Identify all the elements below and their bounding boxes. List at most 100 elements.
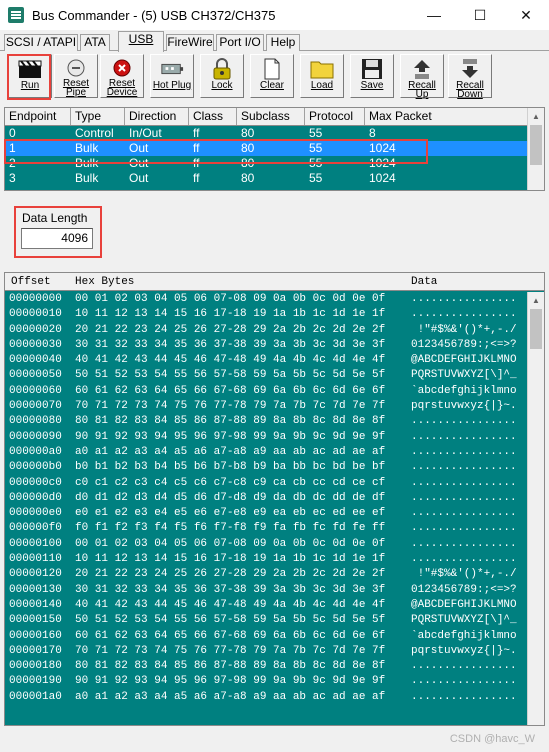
reset-pipe-icon bbox=[64, 58, 88, 78]
hex-ascii: @ABCDEFGHIJKLMNO bbox=[411, 598, 517, 611]
endpoint-scroll-thumb[interactable] bbox=[530, 125, 542, 165]
hex-bytes: 60 61 62 63 64 65 66 67-68 69 6a 6b 6c 6… bbox=[75, 629, 386, 642]
hex-offset: 00000120 bbox=[9, 568, 62, 581]
data-header: Data bbox=[411, 276, 438, 288]
load-label: Load bbox=[310, 80, 334, 91]
hex-row: 00000080 80 81 82 83 84 85 86 87-88 89 8a… bbox=[5, 414, 528, 429]
hex-row: 00000060 60 61 62 63 64 65 66 67-68 69 6a… bbox=[5, 384, 528, 399]
hex-offset: 00000010 bbox=[9, 308, 62, 321]
lock-button[interactable]: Lock bbox=[200, 54, 244, 98]
maximize-button[interactable]: ☐ bbox=[457, 0, 503, 30]
col-class[interactable]: Class bbox=[189, 108, 237, 125]
hex-scrollbar[interactable]: ▲ bbox=[527, 292, 544, 725]
hex-bytes: a0 a1 a2 a3 a4 a5 a6 a7-a8 a9 aa ab ac a… bbox=[75, 445, 386, 458]
hex-ascii: PQRSTUVWXYZ[\]^_ bbox=[411, 369, 517, 382]
scroll-up-arrow-icon[interactable]: ▲ bbox=[528, 108, 544, 125]
hex-ascii: ................ bbox=[411, 537, 517, 550]
recall-down-icon bbox=[458, 58, 482, 80]
hex-bytes: 20 21 22 23 24 25 26 27-28 29 2a 2b 2c 2… bbox=[75, 568, 386, 581]
hex-row: 00000010 10 11 12 13 14 15 16 17-18 19 1a… bbox=[5, 307, 528, 322]
recall-up-button[interactable]: Recall Up bbox=[400, 54, 444, 100]
clear-icon bbox=[260, 58, 284, 80]
hex-row: 00000020 20 21 22 23 24 25 26 27-28 29 2a… bbox=[5, 323, 528, 338]
col-type[interactable]: Type bbox=[71, 108, 125, 125]
tab-help[interactable]: Help bbox=[266, 34, 300, 51]
hex-bytes: 50 51 52 53 54 55 56 57-58 59 5a 5b 5c 5… bbox=[75, 369, 386, 382]
table-row[interactable]: 0 Control In/Out ff 80 55 8 bbox=[5, 126, 544, 141]
col-subclass[interactable]: Subclass bbox=[237, 108, 305, 125]
clapperboard-icon bbox=[18, 58, 42, 80]
close-button[interactable]: ✕ bbox=[503, 0, 549, 30]
hex-scroll-up-arrow-icon[interactable]: ▲ bbox=[528, 292, 544, 309]
folder-icon bbox=[310, 58, 334, 80]
hex-row: 00000140 40 41 42 43 44 45 46 47-48 49 4a… bbox=[5, 598, 528, 613]
clear-label: Clear bbox=[260, 80, 284, 91]
reset-device-icon bbox=[110, 58, 134, 78]
table-cell: 3 bbox=[9, 171, 16, 185]
hex-bytes: 10 11 12 13 14 15 16 17-18 19 1a 1b 1c 1… bbox=[75, 553, 386, 566]
hex-offset: 000001a0 bbox=[9, 690, 62, 703]
tab-firewire[interactable]: FireWire bbox=[166, 34, 214, 51]
hex-ascii: `abcdefghijklmno bbox=[411, 384, 517, 397]
hex-offset: 00000170 bbox=[9, 644, 62, 657]
hex-offset: 00000060 bbox=[9, 384, 62, 397]
table-row[interactable]: 3 Bulk Out ff 80 55 1024 bbox=[5, 171, 544, 186]
hex-view[interactable]: Offset Hex Bytes Data 00000000 00 01 02 0… bbox=[4, 272, 545, 726]
hex-ascii: ................ bbox=[411, 522, 517, 535]
hex-bytes: 60 61 62 63 64 65 66 67-68 69 6a 6b 6c 6… bbox=[75, 384, 386, 397]
run-label: Run bbox=[20, 80, 40, 91]
hex-bytes: 90 91 92 93 94 95 96 97-98 99 9a 9b 9c 9… bbox=[75, 430, 386, 443]
table-row[interactable]: 1 Bulk Out ff 80 55 1024 bbox=[5, 141, 544, 156]
hex-scroll-thumb[interactable] bbox=[530, 309, 542, 349]
table-cell: 55 bbox=[309, 171, 323, 185]
table-row[interactable]: 2 Bulk Out ff 80 55 1024 bbox=[5, 156, 544, 171]
recall-down-button[interactable]: Recall Down bbox=[448, 54, 492, 100]
hex-row: 000000c0 c0 c1 c2 c3 c4 c5 c6 c7-c8 c9 ca… bbox=[5, 476, 528, 491]
hex-bytes: 70 71 72 73 74 75 76 77-78 79 7a 7b 7c 7… bbox=[75, 644, 386, 657]
reset-device-button[interactable]: Reset Device bbox=[100, 54, 144, 98]
data-length-group: Data Length 4096 bbox=[14, 206, 102, 258]
toolbar: Run Reset Pipe Reset Device Hot Plug Lock … bbox=[4, 52, 545, 100]
hex-ascii: !"#$%&'()*+,-./ bbox=[411, 568, 517, 581]
endpoint-scrollbar[interactable]: ▲ bbox=[527, 108, 544, 190]
hex-bytes: 30 31 32 33 34 35 36 37-38 39 3a 3b 3c 3… bbox=[75, 583, 386, 596]
hex-ascii: ................ bbox=[411, 553, 517, 566]
hex-bytes: 20 21 22 23 24 25 26 27-28 29 2a 2b 2c 2… bbox=[75, 323, 386, 336]
hex-row: 00000170 70 71 72 73 74 75 76 77-78 79 7a… bbox=[5, 644, 528, 659]
reset-pipe-button[interactable]: Reset Pipe bbox=[54, 54, 98, 98]
tab-port-io[interactable]: Port I/O bbox=[216, 34, 264, 51]
col-max-packet[interactable]: Max Packet bbox=[365, 108, 529, 125]
hex-offset: 00000190 bbox=[9, 675, 62, 688]
hex-offset: 00000040 bbox=[9, 354, 62, 367]
col-endpoint[interactable]: Endpoint bbox=[5, 108, 71, 125]
hex-bytes: c0 c1 c2 c3 c4 c5 c6 c7-c8 c9 ca cb cc c… bbox=[75, 476, 386, 489]
hex-row: 00000150 50 51 52 53 54 55 56 57-58 59 5a… bbox=[5, 613, 528, 628]
tab-scsi-atapi[interactable]: SCSI / ATAPI bbox=[4, 34, 78, 51]
clear-button[interactable]: Clear bbox=[250, 54, 294, 98]
col-direction[interactable]: Direction bbox=[125, 108, 189, 125]
run-button[interactable]: Run bbox=[8, 54, 52, 98]
hex-ascii: pqrstuvwxyz{|}~. bbox=[411, 400, 517, 413]
hot-plug-button[interactable]: Hot Plug bbox=[150, 54, 194, 98]
hex-offset: 00000110 bbox=[9, 553, 62, 566]
hex-ascii: ................ bbox=[411, 660, 517, 673]
hex-ascii: @ABCDEFGHIJKLMNO bbox=[411, 354, 517, 367]
table-cell: 80 bbox=[241, 171, 255, 185]
tab-usb[interactable]: USB bbox=[118, 31, 164, 52]
hex-row: 00000190 90 91 92 93 94 95 96 97-98 99 9a… bbox=[5, 674, 528, 689]
hex-row: 00000160 60 61 62 63 64 65 66 67-68 69 6a… bbox=[5, 629, 528, 644]
minimize-button[interactable]: — bbox=[411, 0, 457, 30]
load-button[interactable]: Load bbox=[300, 54, 344, 98]
hex-ascii: ................ bbox=[411, 308, 517, 321]
table-cell: 1 bbox=[9, 141, 16, 155]
reset-device-label-2: Device bbox=[106, 87, 138, 98]
hex-ascii: `abcdefghijklmno bbox=[411, 629, 517, 642]
endpoint-table[interactable]: Endpoint Type Direction Class Subclass P… bbox=[4, 107, 545, 191]
tab-ata[interactable]: ATA bbox=[80, 34, 110, 51]
save-button[interactable]: Save bbox=[350, 54, 394, 98]
hex-bytes: 00 01 02 03 04 05 06 07-08 09 0a 0b 0c 0… bbox=[75, 293, 386, 305]
data-length-input[interactable]: 4096 bbox=[21, 228, 93, 249]
col-protocol[interactable]: Protocol bbox=[305, 108, 365, 125]
hex-bytes: 80 81 82 83 84 85 86 87-88 89 8a 8b 8c 8… bbox=[75, 660, 386, 673]
table-cell: Bulk bbox=[75, 171, 99, 185]
